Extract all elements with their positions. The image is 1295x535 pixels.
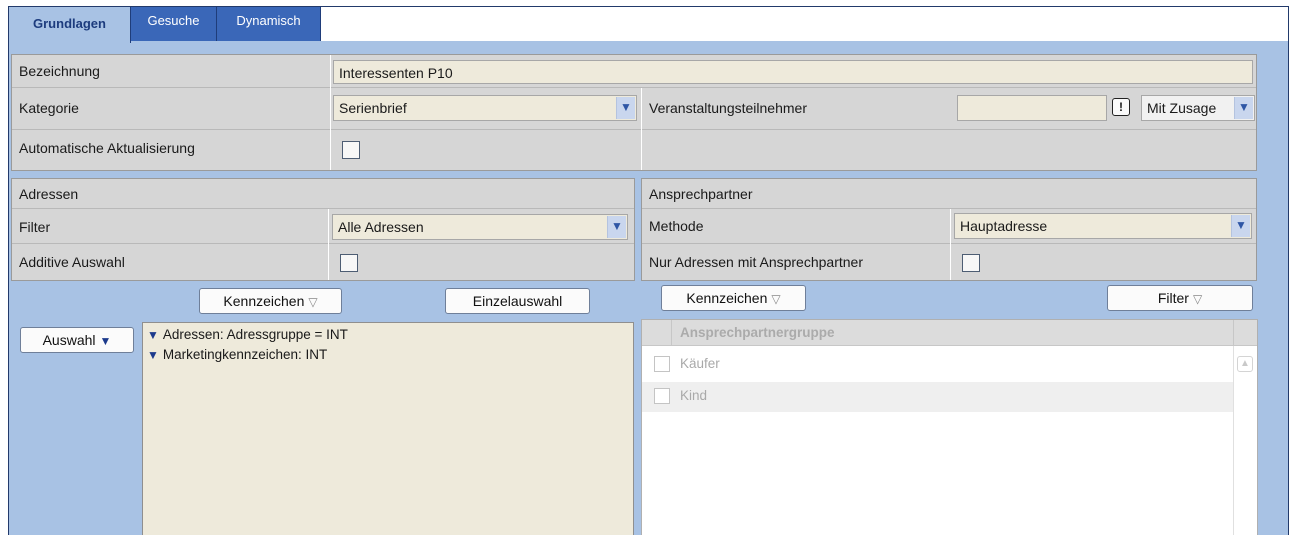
- row-kategorie: Kategorie Serienbrief ▼ Veranstaltungste…: [12, 88, 1256, 130]
- ansprechpartner-panel: Ansprechpartner Methode Hauptadresse ▼ N…: [641, 178, 1257, 281]
- divider: [330, 55, 331, 170]
- filter-value: Alle Adressen: [338, 219, 424, 235]
- filter-select[interactable]: Alle Adressen ▼: [332, 214, 628, 240]
- ansprechpartner-filter-button[interactable]: Filter ▽: [1107, 285, 1253, 311]
- table-row[interactable]: Kind: [642, 382, 1234, 412]
- ansprechpartnergruppe-grid: Ansprechpartnergruppe Käufer Kind ▲: [641, 319, 1258, 535]
- table-row[interactable]: Käufer: [642, 350, 1234, 380]
- zusage-value: Mit Zusage: [1147, 100, 1217, 116]
- filter-funnel-icon: ▽: [1192, 292, 1203, 306]
- row-auto-update: Automatische Aktualisierung: [12, 130, 1256, 170]
- filter-funnel-icon: ▽: [308, 295, 318, 309]
- methode-select[interactable]: Hauptadresse ▼: [954, 213, 1252, 239]
- auswahl-button[interactable]: Auswahl ▼: [20, 327, 134, 353]
- scroll-up-icon[interactable]: ▲: [1237, 356, 1253, 372]
- row-bezeichnung: Bezeichnung Interessenten P10: [12, 55, 1256, 88]
- tab-gesuche[interactable]: Gesuche: [131, 7, 217, 41]
- bezeichnung-field[interactable]: Interessenten P10: [333, 60, 1253, 84]
- row-label: Käufer: [680, 356, 720, 371]
- zusage-select[interactable]: Mit Zusage ▼: [1141, 95, 1255, 121]
- ansprechpartner-title: Ansprechpartner: [649, 186, 753, 202]
- main-window: Grundlagen Gesuche Dynamisch Bezeichnung…: [8, 6, 1289, 535]
- grid-scrollbar[interactable]: ▲: [1233, 346, 1257, 535]
- einzelauswahl-button[interactable]: Einzelauswahl: [445, 288, 590, 314]
- veranstaltung-field[interactable]: [957, 95, 1107, 121]
- divider: [641, 88, 642, 170]
- adressen-panel: Adressen Filter Alle Adressen ▼ Additive…: [11, 178, 635, 281]
- divider: [950, 209, 951, 280]
- additive-label: Additive Auswahl: [19, 254, 125, 270]
- chevron-down-icon[interactable]: ▼: [1234, 97, 1253, 119]
- row-checkbox[interactable]: [654, 388, 670, 404]
- filter-funnel-icon: ▼: [147, 348, 159, 362]
- row-additive: Additive Auswahl: [12, 244, 634, 280]
- row-label: Kind: [680, 388, 708, 403]
- chevron-down-icon[interactable]: ▼: [607, 216, 626, 238]
- filter-item-text: Adressen: Adressgruppe = INT: [162, 327, 348, 342]
- tab-bar: Grundlagen Gesuche Dynamisch: [9, 7, 1288, 43]
- nur-adressen-label: Nur Adressen mit Ansprechpartner: [649, 254, 863, 270]
- additive-checkbox[interactable]: [340, 254, 358, 272]
- veranstaltung-label: Veranstaltungsteilnehmer: [649, 100, 807, 116]
- grid-header: Ansprechpartnergruppe: [642, 320, 1257, 346]
- bezeichnung-label: Bezeichnung: [19, 63, 100, 79]
- ansprechpartner-header: Ansprechpartner: [642, 179, 1256, 209]
- exclamation-icon[interactable]: !: [1112, 98, 1130, 116]
- filter-label: Filter: [19, 219, 51, 235]
- grid-header-check-col: [642, 320, 672, 346]
- exclamation-glyph: !: [1119, 100, 1123, 114]
- methode-value: Hauptadresse: [960, 218, 1048, 234]
- row-methode: Methode Hauptadresse ▼: [642, 209, 1256, 244]
- divider: [328, 209, 329, 280]
- filter-funnel-icon: ▼: [99, 334, 112, 348]
- auto-update-label: Automatische Aktualisierung: [19, 140, 195, 156]
- bezeichnung-value: Interessenten P10: [339, 65, 453, 81]
- row-checkbox[interactable]: [654, 356, 670, 372]
- adressen-kennzeichen-label: Kennzeichen: [223, 293, 305, 309]
- filter-funnel-icon: ▽: [771, 292, 781, 306]
- row-filter: Filter Alle Adressen ▼: [12, 209, 634, 244]
- kategorie-label: Kategorie: [19, 100, 79, 116]
- grid-header-label[interactable]: Ansprechpartnergruppe: [680, 325, 835, 340]
- chevron-down-icon[interactable]: ▼: [616, 97, 635, 119]
- auto-update-checkbox[interactable]: [342, 141, 360, 159]
- kategorie-value: Serienbrief: [339, 100, 407, 116]
- chevron-down-icon[interactable]: ▼: [1231, 215, 1250, 237]
- tab-grundlagen[interactable]: Grundlagen: [9, 7, 131, 43]
- ansprechpartner-kennzeichen-button[interactable]: Kennzeichen ▽: [661, 285, 806, 311]
- kategorie-select[interactable]: Serienbrief ▼: [333, 95, 637, 121]
- tab-dynamisch[interactable]: Dynamisch: [217, 7, 321, 41]
- nur-adressen-checkbox[interactable]: [962, 254, 980, 272]
- adressen-title: Adressen: [19, 186, 79, 202]
- filter-item-text: Marketingkennzeichen: INT: [162, 347, 328, 362]
- row-nur-adressen: Nur Adressen mit Ansprechpartner: [642, 244, 1256, 280]
- ansprechpartner-kennzeichen-label: Kennzeichen: [686, 290, 768, 306]
- filter-item[interactable]: ▼ Adressen: Adressgruppe = INT: [147, 327, 348, 342]
- filter-item[interactable]: ▼ Marketingkennzeichen: INT: [147, 347, 327, 362]
- adressen-kennzeichen-button[interactable]: Kennzeichen ▽: [199, 288, 342, 314]
- auswahl-label: Auswahl: [42, 332, 96, 348]
- general-panel: Bezeichnung Interessenten P10 Kategorie …: [11, 54, 1257, 171]
- einzelauswahl-label: Einzelauswahl: [472, 293, 563, 309]
- filter-funnel-icon: ▼: [147, 328, 159, 342]
- ansprechpartner-filter-label: Filter: [1157, 290, 1189, 306]
- grid-header-divider: [1233, 320, 1234, 346]
- selection-filter-list[interactable]: ▼ Adressen: Adressgruppe = INT ▼ Marketing…: [142, 322, 634, 535]
- adressen-header: Adressen: [12, 179, 634, 209]
- methode-label: Methode: [649, 218, 704, 234]
